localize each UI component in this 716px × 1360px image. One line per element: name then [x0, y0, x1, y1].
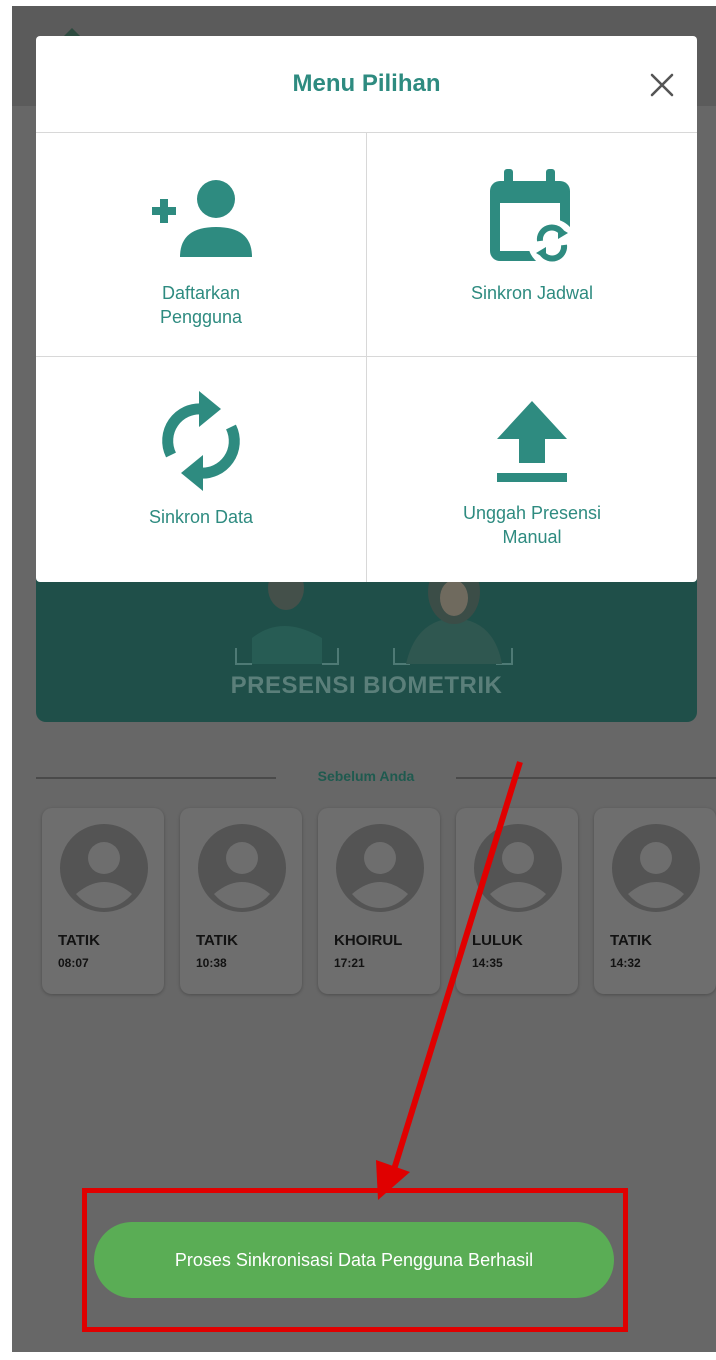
tile-label: Sinkron Jadwal [470, 283, 594, 303]
avatar-icon [612, 824, 700, 912]
upload-attendance-button[interactable]: Unggah Presensi Manual [367, 357, 697, 581]
avatar-icon [198, 824, 286, 912]
sync-schedule-button[interactable]: Sinkron Jadwal [367, 133, 697, 357]
avatar-icon [60, 824, 148, 912]
sync-icon [162, 391, 240, 491]
history-card[interactable]: KHOIRUL 17:21 [318, 808, 440, 994]
avatar-icon [336, 824, 424, 912]
history-time: 14:32 [610, 956, 641, 970]
modal-title: Menu Pilihan [292, 70, 441, 97]
history-time: 10:38 [196, 956, 227, 970]
history-card[interactable]: TATIK 14:32 [594, 808, 716, 994]
history-list: TATIK 08:07 TATIK 10:38 KHOIRUL 17:21 LU… [42, 808, 716, 998]
history-name: LULUK [472, 932, 523, 949]
divider-line [36, 777, 276, 779]
calendar-sync-icon [490, 169, 576, 265]
history-name: KHOIRUL [334, 932, 403, 949]
tile-label: Unggah Presensi Manual [462, 503, 602, 547]
biometric-title: PRESENSI BIOMETRIK [230, 672, 503, 699]
history-card[interactable]: TATIK 08:07 [42, 808, 164, 994]
history-card[interactable]: TATIK 10:38 [180, 808, 302, 994]
upload-icon [497, 401, 567, 482]
options-menu-modal: Menu Pilihan Daftarkan Pengguna Sinkron … [36, 36, 697, 582]
history-time: 17:21 [334, 956, 365, 970]
history-card[interactable]: LULUK 14:35 [456, 808, 578, 994]
tile-label: Sinkron Data [148, 507, 254, 527]
before-you-label: Sebelum Anda [317, 768, 415, 784]
history-time: 14:35 [472, 956, 503, 970]
history-name: TATIK [58, 932, 100, 949]
history-time: 08:07 [58, 956, 89, 970]
avatar-icon [474, 824, 562, 912]
success-toast: Proses Sinkronisasi Data Pengguna Berhas… [94, 1222, 614, 1298]
register-user-button[interactable]: Daftarkan Pengguna [36, 133, 366, 357]
close-icon[interactable] [647, 70, 677, 100]
tile-label: Daftarkan Pengguna [159, 283, 243, 327]
app-screen: PRESENSI BIOMETRIK Sebelum Anda TATIK 08… [12, 6, 716, 1352]
before-you-divider: Sebelum Anda [36, 768, 716, 788]
add-user-icon [152, 180, 252, 257]
modal-header: Menu Pilihan [36, 36, 697, 133]
sync-data-button[interactable]: Sinkron Data [36, 357, 366, 581]
divider-line [456, 777, 716, 779]
history-name: TATIK [610, 932, 652, 949]
history-name: TATIK [196, 932, 238, 949]
